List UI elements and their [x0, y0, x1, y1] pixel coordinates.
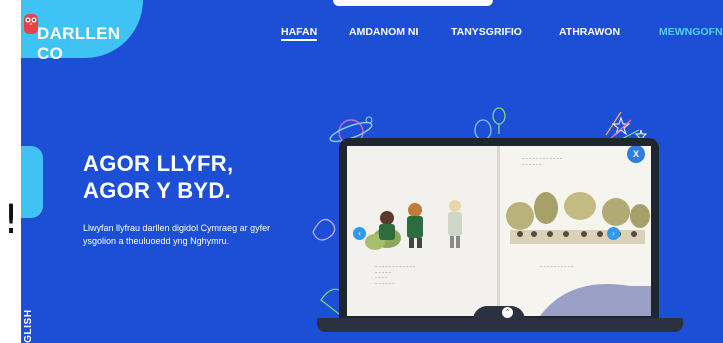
nav-item-mewngofnod[interactable]: MEWNGOFNOD [659, 26, 723, 38]
next-page-button[interactable]: › [607, 227, 620, 240]
language-switch-label: ENGLISH [23, 309, 34, 343]
book-viewer-screen: ~ ~ ~ ~ ~ ~ ~ ~ ~ ~ ~ ~ ~ ~ ~ ~ ~ ~ ~ ~ ~ ~… [347, 146, 651, 316]
nav-item-amdanom-ni[interactable]: AMDANOM NI [349, 26, 418, 38]
book-page-right: ~ ~ ~ ~ ~ ~ ~ ~ ~ ~ ~ ~ ~ ~ ~ ~ ~ ~ ~ ~ … [500, 146, 651, 316]
brand-name: DARLLEN CO [37, 24, 121, 63]
logo-badge[interactable]: DARLLEN CO [21, 0, 143, 63]
book-page-left: ~ ~ ~ ~ ~ ~ ~ ~ ~ ~ ~ ~ ~ ~ ~ ~ ~ ~ ~ ~ ~ ~… [347, 146, 498, 316]
crowd-illustration [506, 192, 651, 316]
hero-description: Llwyfan llyfrau darllen digidol Cymraeg … [83, 223, 271, 246]
language-switch-tab[interactable]: ENGLISH [21, 146, 43, 343]
prev-page-button[interactable]: ‹ [353, 227, 366, 240]
page-text-left: ~ ~ ~ ~ ~ ~ ~ ~ ~ ~ ~ ~ ~ ~ ~ ~ ~ ~ ~ ~ ~ ~… [375, 264, 416, 286]
nav-item-tanysgrifio[interactable]: TANYSGRIFIO [451, 26, 522, 38]
exclamation-mark: ! [3, 197, 20, 243]
hero-headline: AGOR LLYFR, AGOR Y BYD. [83, 150, 233, 204]
page-text-right-2: ~ ~ ~ ~ ~ ~ ~ ~ ~ ~ [540, 264, 574, 269]
children-illustration [365, 200, 462, 250]
nav-item-athrawon[interactable]: ATHRAWON [559, 26, 620, 38]
nav-item-hafan[interactable]: HAFAN [281, 26, 318, 41]
left-white-strip [0, 0, 21, 343]
hero-headline-line1: AGOR LLYFR, [83, 151, 234, 176]
hero-headline-line2: AGOR Y BYD. [83, 178, 231, 203]
laptop-base [317, 318, 683, 332]
hero-section: DARLLEN CO HAFAN AMDANOM NI TANYSGRIFIO … [21, 0, 723, 343]
scroll-up-button[interactable]: ⌃ [502, 307, 513, 318]
